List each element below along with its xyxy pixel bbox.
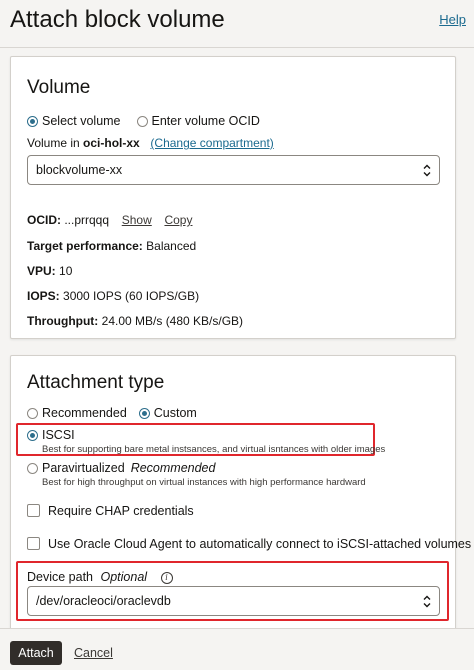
oracle-cloud-agent-checkbox[interactable] xyxy=(27,537,40,550)
throughput-value: 24.00 MB/s (480 KB/s/GB) xyxy=(101,314,244,328)
ocid-copy-link[interactable]: Copy xyxy=(164,213,192,227)
dialog-body: Volume Select volume Enter volume OCID V… xyxy=(0,48,474,628)
iscsi-option[interactable]: ISCSI xyxy=(27,428,91,442)
ocid-row: OCID: ...prrqqq Show Copy xyxy=(27,213,192,227)
paravirtualized-recommended-tag: Recommended xyxy=(130,461,216,475)
attachment-section-title: Attachment type xyxy=(27,372,165,393)
paravirtualized-help-text: Best for high throughput on virtual inst… xyxy=(42,477,366,488)
volume-select-value: blockvolume-xx xyxy=(36,163,123,177)
paravirtualized-option[interactable]: Paravirtualized Recommended xyxy=(27,461,215,475)
radio-custom-label[interactable]: Custom xyxy=(154,406,197,420)
radio-recommended[interactable] xyxy=(27,407,38,419)
volume-panel: Volume Select volume Enter volume OCID V… xyxy=(10,56,456,339)
radio-custom[interactable] xyxy=(138,407,150,419)
iops-value: 3000 IOPS (60 IOPS/GB) xyxy=(63,289,200,303)
radio-enter-ocid-label[interactable]: Enter volume OCID xyxy=(152,114,260,128)
device-path-value: /dev/oracleoci/oraclevdb xyxy=(36,594,171,608)
dialog-footer: Attach Cancel xyxy=(0,628,474,670)
chap-label[interactable]: Require CHAP credentials xyxy=(48,504,194,518)
target-performance-value: Balanced xyxy=(146,239,197,253)
radio-select-volume[interactable] xyxy=(27,115,38,127)
radio-select-volume-label[interactable]: Select volume xyxy=(42,114,121,128)
volume-section-title: Volume xyxy=(27,77,91,98)
page-title: Attach block volume xyxy=(10,6,225,33)
info-icon[interactable]: i xyxy=(160,572,173,584)
help-link[interactable]: Help xyxy=(439,12,466,27)
chevron-updown-icon xyxy=(423,595,431,608)
vpu-label: VPU: xyxy=(27,264,56,278)
iops-label: IOPS: xyxy=(27,289,60,303)
vpu-value: 10 xyxy=(59,264,73,278)
device-path-select[interactable]: /dev/oracleoci/oraclevdb xyxy=(27,586,440,616)
vpu-row: VPU: 10 xyxy=(27,264,72,278)
compartment-name: oci-hol-xx xyxy=(83,136,140,150)
device-path-label-row: Device path Optional i xyxy=(27,570,173,584)
ocid-value: ...prrqqq xyxy=(64,213,110,227)
oracle-cloud-agent-label[interactable]: Use Oracle Cloud Agent to automatically … xyxy=(48,537,471,551)
attach-button[interactable]: Attach xyxy=(10,641,62,665)
device-path-label: Device path xyxy=(27,570,94,584)
chap-checkbox[interactable] xyxy=(27,504,40,517)
radio-paravirtualized[interactable] xyxy=(27,462,38,474)
chevron-updown-icon xyxy=(423,164,431,177)
attachment-type-panel: Attachment type Recommended Custom ISCSI… xyxy=(10,355,471,628)
ocid-show-link[interactable]: Show xyxy=(122,213,152,227)
ocid-label: OCID: xyxy=(27,213,61,227)
dialog-header: Attach block volume Help xyxy=(0,0,474,48)
radio-paravirtualized-label[interactable]: Paravirtualized xyxy=(42,461,125,475)
radio-enter-ocid[interactable] xyxy=(136,115,148,127)
throughput-row: Throughput: 24.00 MB/s (480 KB/s/GB) xyxy=(27,314,243,328)
target-performance-label: Target performance: xyxy=(27,239,143,253)
radio-iscsi[interactable] xyxy=(27,429,38,441)
volume-select[interactable]: blockvolume-xx xyxy=(27,155,440,185)
device-path-optional-tag: Optional xyxy=(100,570,148,584)
cancel-button[interactable]: Cancel xyxy=(74,646,113,660)
throughput-label: Throughput: xyxy=(27,314,99,328)
iops-row: IOPS: 3000 IOPS (60 IOPS/GB) xyxy=(27,289,199,303)
volume-source-radio-group: Select volume Enter volume OCID xyxy=(27,114,276,128)
attachment-mode-radio-group: Recommended Custom xyxy=(27,406,213,420)
compartment-line: Volume in oci-hol-xx (Change compartment… xyxy=(27,136,274,150)
radio-iscsi-label[interactable]: ISCSI xyxy=(42,428,75,442)
change-compartment-link[interactable]: (Change compartment) xyxy=(150,136,273,150)
radio-recommended-label[interactable]: Recommended xyxy=(42,406,127,420)
compartment-prefix: Volume in xyxy=(27,136,80,150)
iscsi-help-text: Best for supporting bare metal instsance… xyxy=(42,444,386,455)
target-performance-row: Target performance: Balanced xyxy=(27,239,196,253)
